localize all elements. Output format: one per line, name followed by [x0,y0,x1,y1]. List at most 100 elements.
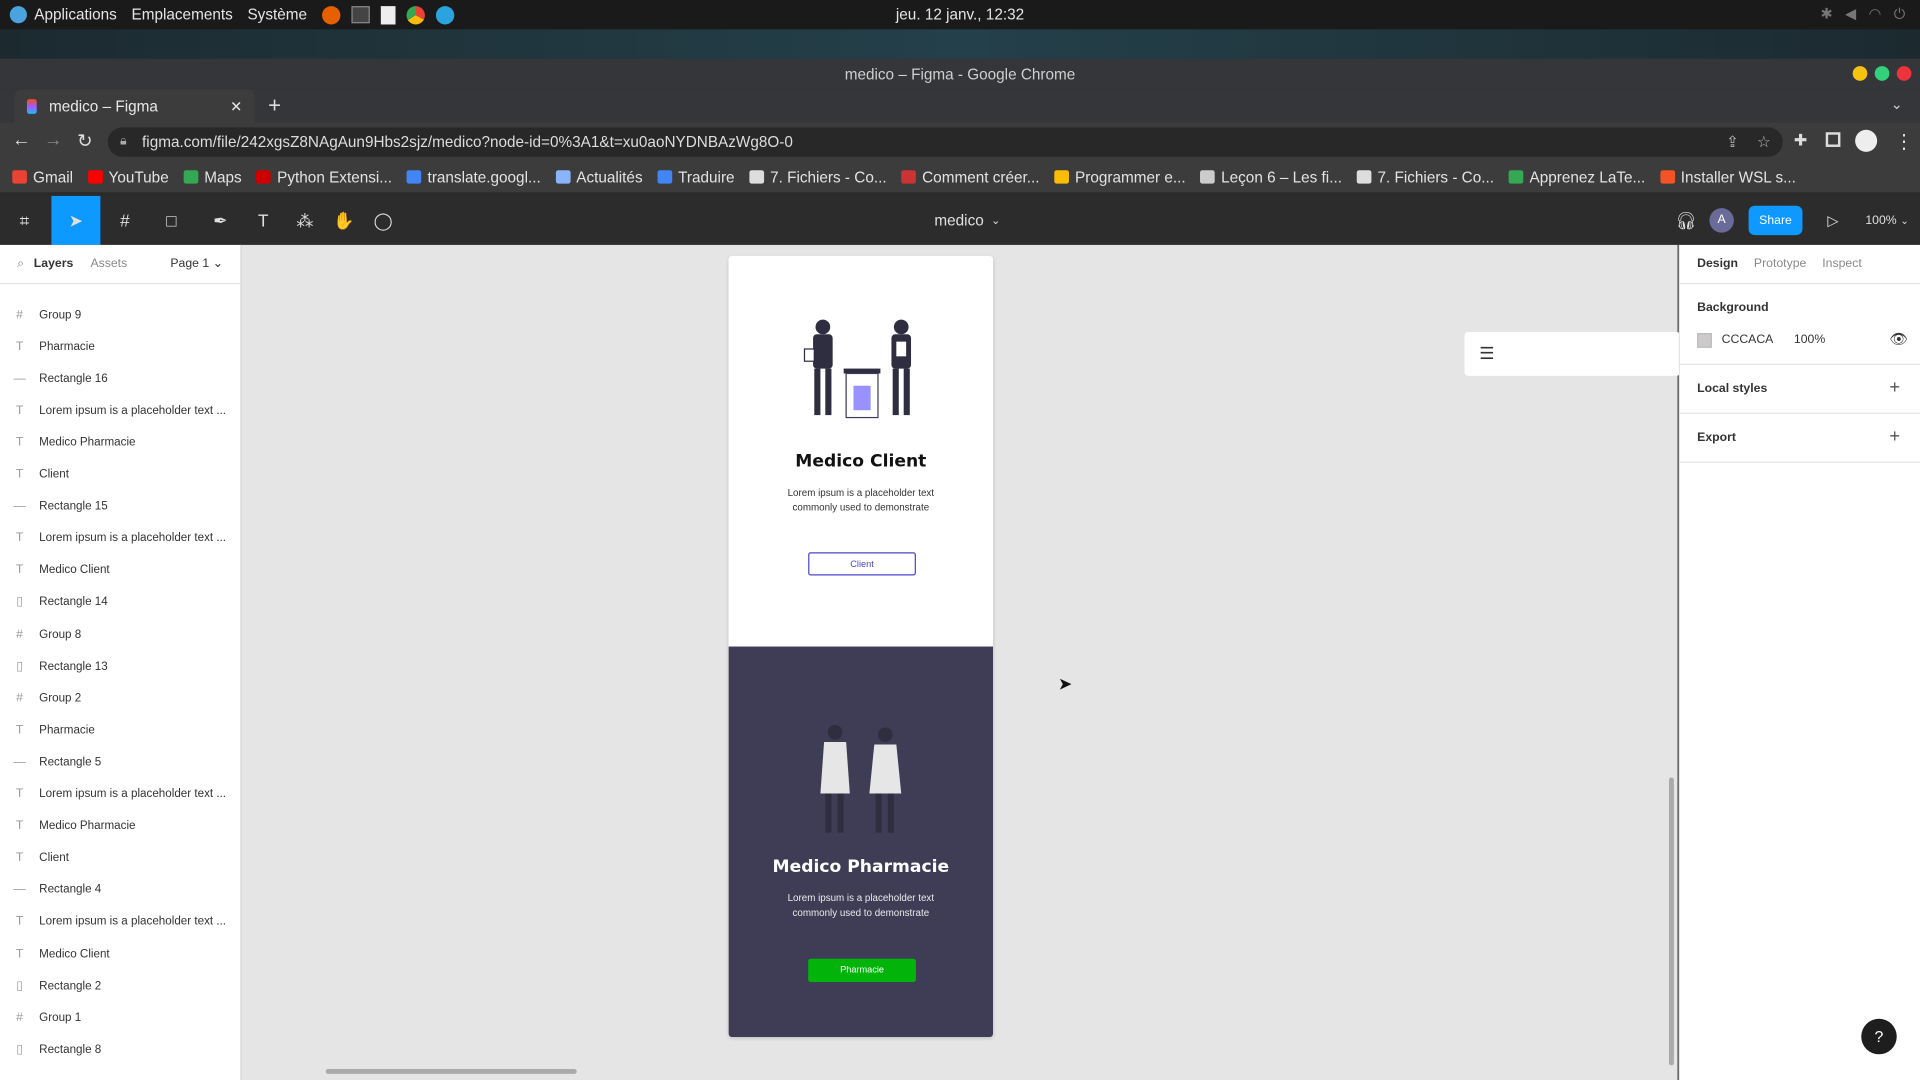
pharmacie-button[interactable]: Pharmacie [808,958,916,983]
layer-row[interactable]: T Medico Pharmacie [0,427,240,459]
horizontal-scrollbar[interactable] [325,1068,577,1074]
help-button[interactable]: ? [1861,1018,1897,1055]
add-export-icon[interactable]: + [1889,426,1900,447]
terminal-icon[interactable] [351,6,370,24]
bookmark-item[interactable]: Comment créer... [901,168,1040,186]
profile-avatar[interactable] [1855,129,1878,152]
user-avatar[interactable]: A [1707,196,1736,245]
tab-search-icon[interactable]: ⌄ [1891,96,1903,113]
present-icon[interactable]: ▷ [1817,196,1849,245]
layer-row[interactable]: T Lorem ipsum is a placeholder text ... [0,906,240,938]
comment-tool-icon[interactable]: ◯ [362,196,404,245]
layer-row[interactable]: ▯ Rectangle 13 [0,650,240,682]
move-tool-icon[interactable]: ➤ [51,195,101,245]
system-tray[interactable]: ✱ ◀ ◠ ⏻ [1820,5,1905,23]
resources-tool-icon[interactable]: ⁂ [284,196,326,245]
chrome-menu-icon[interactable]: ⋮ [1894,130,1914,154]
bookmark-item[interactable]: YouTube [87,168,169,186]
side-panel-icon[interactable] [1825,132,1841,147]
tab-close-icon[interactable]: ✕ [230,97,242,114]
layer-row[interactable]: T Client [0,842,240,874]
medico-frame[interactable]: Medico Client Lorem ipsum is a placehold… [728,255,994,1038]
background-swatch[interactable] [1697,333,1712,348]
background-hex[interactable]: CCCACA [1722,333,1774,346]
layer-row[interactable]: ▯ Rectangle 2 [0,970,240,1002]
browser-tab[interactable]: medico – Figma ✕ [14,89,255,123]
text-tool-icon[interactable]: T [242,196,284,245]
firefox-icon[interactable] [321,5,341,24]
layer-row[interactable]: ▯ Rectangle 14 [0,586,240,618]
extensions-icon[interactable]: ✚ [1794,131,1807,151]
close-window-button[interactable] [1896,66,1912,81]
layer-row[interactable]: — Rectangle 4 [0,874,240,906]
layer-row[interactable]: T Medico Client [0,554,240,586]
tab-design[interactable]: Design [1697,257,1738,270]
bookmark-item[interactable]: Leçon 6 – Les fi... [1200,168,1342,186]
file-name[interactable]: medico ⌄ [906,196,1028,245]
forward-icon[interactable]: → [44,130,62,151]
layer-row[interactable]: T Medico Client [0,938,240,970]
figma-canvas[interactable]: Medico Client Lorem ipsum is a placehold… [241,244,1681,1080]
os-menu-applications[interactable]: Applications [34,6,117,23]
hand-tool-icon[interactable]: ✋ [323,196,365,245]
layer-row[interactable]: # Group 1 [0,1002,240,1034]
layer-row[interactable]: T Pharmacie [0,331,240,363]
frame-tool-icon[interactable]: # [100,196,149,245]
bookmark-item[interactable]: Gmail [12,168,73,186]
layer-row[interactable]: # Group 8 [0,618,240,650]
wifi-icon[interactable]: ◠ [1869,5,1882,23]
client-button[interactable]: Client [808,552,916,576]
power-icon[interactable]: ⏻ [1894,5,1906,23]
volume-icon[interactable]: ◀ [1845,5,1856,23]
navbar-frame[interactable]: ☰ [1464,331,1681,376]
bookmark-item[interactable]: Programmer e... [1054,168,1186,186]
layer-row[interactable]: T Lorem ipsum is a placeholder text ... [0,522,240,554]
layer-row[interactable]: # Group 9 [0,299,240,331]
search-layers-icon[interactable]: ⌕ [17,257,24,270]
chrome-icon[interactable] [406,5,425,24]
layer-row[interactable]: — Rectangle 16 [0,363,240,395]
minimize-button[interactable] [1852,66,1868,81]
layer-row[interactable]: T Medico Pharmacie [0,810,240,842]
tab-layers[interactable]: Layers [34,257,73,270]
bookmark-item[interactable]: Traduire [657,168,735,186]
layer-row[interactable]: T Client [0,459,240,491]
shape-tool-icon[interactable]: □ [147,196,196,245]
text-editor-icon[interactable] [380,5,396,24]
vertical-scrollbar[interactable] [1668,777,1674,1066]
visibility-eye-icon[interactable]: 👁︎ [1889,331,1908,348]
tab-prototype[interactable]: Prototype [1754,257,1806,270]
page-selector[interactable]: Page 1 ⌄ [170,257,223,270]
tab-assets[interactable]: Assets [90,257,127,270]
background-opacity[interactable]: 100% [1794,333,1825,346]
bookmark-item[interactable]: Actualités [555,168,643,186]
os-menu-places[interactable]: Emplacements [132,6,233,23]
back-icon[interactable]: ← [12,130,30,151]
zoom-menu[interactable]: 100% ⌄ [1859,196,1915,245]
bookmark-item[interactable]: Installer WSL s... [1659,168,1796,186]
add-style-icon[interactable]: + [1889,377,1900,398]
layer-row[interactable]: — Rectangle 15 [0,491,240,523]
pen-tool-icon[interactable]: ✒ [196,196,245,245]
bookmark-item[interactable]: 7. Fichiers - Co... [749,168,887,186]
share-page-icon[interactable]: ⇪ [1726,127,1739,156]
maximize-button[interactable] [1874,66,1890,81]
layer-row[interactable]: T Lorem ipsum is a placeholder text ... [0,778,240,810]
os-menu-system[interactable]: Système [247,6,307,23]
url-field[interactable]: 🔒︎ figma.com/file/242xgsZ8NAgAun9Hbs2sjz… [107,127,1783,157]
new-tab-button[interactable]: + [268,93,281,119]
layer-row[interactable]: ▯ Rectangle 8 [0,1034,240,1066]
reload-icon[interactable]: ↻ [77,130,92,152]
bookmark-item[interactable]: translate.googl... [406,168,541,186]
tab-inspect[interactable]: Inspect [1822,257,1861,270]
bluetooth-icon[interactable]: ✱ [1820,5,1832,23]
bookmark-item[interactable]: 7. Fichiers - Co... [1356,168,1494,186]
figma-main-menu-icon[interactable]: ⌗ [0,196,49,245]
telegram-icon[interactable] [435,5,454,24]
share-button[interactable]: Share [1748,205,1803,236]
layer-row[interactable]: # Group 2 [0,682,240,714]
layer-row[interactable]: — Rectangle 5 [0,746,240,778]
bookmark-item[interactable]: Apprenez LaTe... [1508,168,1645,186]
bookmark-item[interactable]: Maps [183,168,242,186]
os-logo-icon[interactable] [9,6,27,24]
